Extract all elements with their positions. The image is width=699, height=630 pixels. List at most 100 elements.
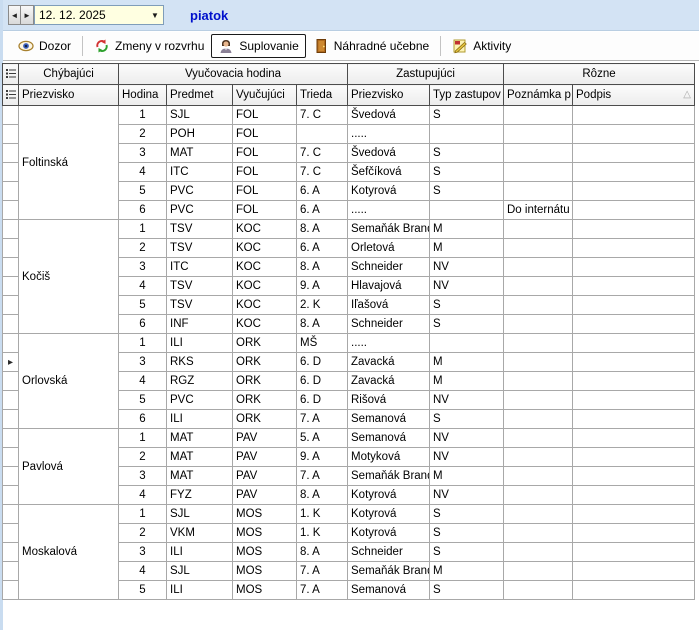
cell-trieda[interactable]: 7. C [297,144,348,163]
cell-typ[interactable]: S [430,182,504,201]
absent-teacher-cell[interactable]: Moskalová [19,505,119,600]
cell-typ[interactable]: M [430,220,504,239]
cell-predmet[interactable]: TSV [167,220,233,239]
cell-vyucujuci[interactable]: ORK [233,372,297,391]
next-day-button[interactable]: ► [21,5,34,25]
cell-hodina[interactable]: 3 [119,543,167,562]
cell-vyucujuci[interactable]: PAV [233,448,297,467]
cell-predmet[interactable]: ITC [167,258,233,277]
cell-vyucujuci[interactable]: MOS [233,581,297,600]
cell-poznamka[interactable] [504,296,573,315]
cell-vyucujuci[interactable]: KOC [233,239,297,258]
cell-vyucujuci[interactable]: KOC [233,258,297,277]
tab-aktivity[interactable]: Aktivity [445,34,518,58]
cell-vyucujuci[interactable]: FOL [233,106,297,125]
cell-trieda[interactable]: 7. A [297,410,348,429]
cell-poznamka[interactable] [504,144,573,163]
cell-predmet[interactable]: SJL [167,562,233,581]
cell-vyucujuci[interactable]: FOL [233,144,297,163]
cell-vyucujuci[interactable]: ORK [233,391,297,410]
prev-day-button[interactable]: ◄ [8,5,21,25]
cell-poznamka[interactable] [504,315,573,334]
cell-zastupujuci[interactable]: Schneider [348,315,430,334]
cell-poznamka[interactable] [504,486,573,505]
cell-hodina[interactable]: 4 [119,372,167,391]
col-header-poznamka[interactable]: Poznámka p [504,85,573,106]
cell-vyucujuci[interactable]: FOL [233,163,297,182]
cell-poznamka[interactable] [504,410,573,429]
cell-zastupujuci[interactable]: Iľašová [348,296,430,315]
cell-hodina[interactable]: 1 [119,334,167,353]
cell-poznamka[interactable] [504,505,573,524]
cell-vyucujuci[interactable]: KOC [233,277,297,296]
cell-trieda[interactable]: 7. C [297,163,348,182]
cell-typ[interactable]: M [430,239,504,258]
cell-trieda[interactable]: 7. A [297,467,348,486]
cell-zastupujuci[interactable]: Kotyrová [348,524,430,543]
cell-hodina[interactable]: 4 [119,562,167,581]
cell-zastupujuci[interactable]: Kotyrová [348,505,430,524]
cell-zastupujuci[interactable]: Schneider [348,258,430,277]
cell-vyucujuci[interactable]: FOL [233,125,297,144]
cell-podpis[interactable] [573,220,695,239]
cell-hodina[interactable]: 6 [119,410,167,429]
cell-typ[interactable]: NV [430,258,504,277]
cell-poznamka[interactable] [504,543,573,562]
cell-podpis[interactable] [573,391,695,410]
cell-zastupujuci[interactable]: Kotyrová [348,486,430,505]
cell-hodina[interactable]: 4 [119,486,167,505]
cell-poznamka[interactable] [504,562,573,581]
cell-typ[interactable]: S [430,315,504,334]
cell-vyucujuci[interactable]: PAV [233,467,297,486]
cell-predmet[interactable]: FYZ [167,486,233,505]
col-header-podpis[interactable]: △ Podpis [573,85,695,106]
group-header-zastupujuci[interactable]: Zastupujúci [348,64,504,85]
cell-podpis[interactable] [573,448,695,467]
cell-podpis[interactable] [573,429,695,448]
cell-podpis[interactable] [573,125,695,144]
cell-podpis[interactable] [573,486,695,505]
tab-dozor[interactable]: Dozor [11,34,78,58]
chevron-down-icon[interactable]: ▼ [147,11,163,20]
cell-poznamka[interactable] [504,429,573,448]
cell-vyucujuci[interactable]: FOL [233,201,297,220]
cell-vyucujuci[interactable]: MOS [233,562,297,581]
cell-poznamka[interactable] [504,353,573,372]
cell-typ[interactable] [430,125,504,144]
cell-typ[interactable]: S [430,296,504,315]
cell-zastupujuci[interactable]: Schneider [348,543,430,562]
cell-trieda[interactable]: 7. A [297,562,348,581]
cell-hodina[interactable]: 1 [119,220,167,239]
cell-zastupujuci[interactable]: Semaňák Brando [348,220,430,239]
cell-zastupujuci[interactable]: ..... [348,334,430,353]
cell-trieda[interactable]: 6. A [297,239,348,258]
sort-indicator-icon[interactable]: △ [683,89,691,100]
cell-vyucujuci[interactable]: MOS [233,524,297,543]
cell-trieda[interactable]: 8. A [297,315,348,334]
cell-predmet[interactable]: MAT [167,144,233,163]
cell-predmet[interactable]: RKS [167,353,233,372]
group-header-rozne[interactable]: Rôzne [504,64,695,85]
cell-trieda[interactable]: 7. A [297,581,348,600]
cell-hodina[interactable]: 1 [119,505,167,524]
cell-hodina[interactable]: 2 [119,125,167,144]
cell-zastupujuci[interactable]: Orletová [348,239,430,258]
cell-zastupujuci[interactable]: Semanová [348,410,430,429]
cell-hodina[interactable]: 1 [119,429,167,448]
cell-vyucujuci[interactable]: PAV [233,486,297,505]
cell-typ[interactable]: S [430,163,504,182]
cell-hodina[interactable]: 2 [119,448,167,467]
cell-trieda[interactable]: 5. A [297,429,348,448]
absent-teacher-cell[interactable]: Pavlová [19,429,119,505]
cell-poznamka[interactable] [504,163,573,182]
col-header-vyucujuci[interactable]: Vyučujúci [233,85,297,106]
cell-podpis[interactable] [573,334,695,353]
cell-zastupujuci[interactable]: Zavacká [348,372,430,391]
cell-typ[interactable] [430,201,504,220]
cell-predmet[interactable]: ILI [167,543,233,562]
cell-typ[interactable]: NV [430,391,504,410]
cell-podpis[interactable] [573,144,695,163]
tab-suplovanie[interactable]: Suplovanie [211,34,305,58]
cell-zastupujuci[interactable]: Semaňák Brando [348,467,430,486]
cell-podpis[interactable] [573,467,695,486]
